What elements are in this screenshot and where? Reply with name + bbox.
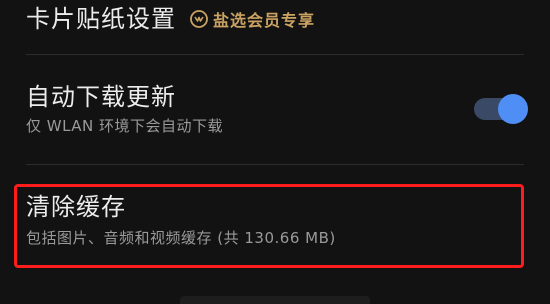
auto-download-update-subtitle: 仅 WLAN 环境下会自动下载	[26, 117, 224, 135]
auto-download-toggle[interactable]	[474, 92, 528, 126]
partial-bottom-element	[180, 296, 370, 304]
vip-salt-icon	[190, 10, 208, 28]
divider	[26, 54, 524, 55]
vip-exclusive-badge: 盐选会员专享	[190, 7, 315, 31]
vip-badge-label: 盐选会员专享	[213, 11, 316, 30]
card-sticker-settings-row[interactable]: 卡片贴纸设置 盐选会员专享	[26, 2, 524, 36]
auto-download-update-title: 自动下载更新	[26, 83, 176, 111]
divider	[26, 164, 524, 165]
toggle-knob	[498, 94, 528, 124]
clear-cache-highlight-box	[14, 184, 524, 268]
card-sticker-settings-title: 卡片贴纸设置	[26, 5, 176, 33]
auto-download-update-row[interactable]: 自动下载更新 仅 WLAN 环境下会自动下载	[26, 82, 524, 136]
